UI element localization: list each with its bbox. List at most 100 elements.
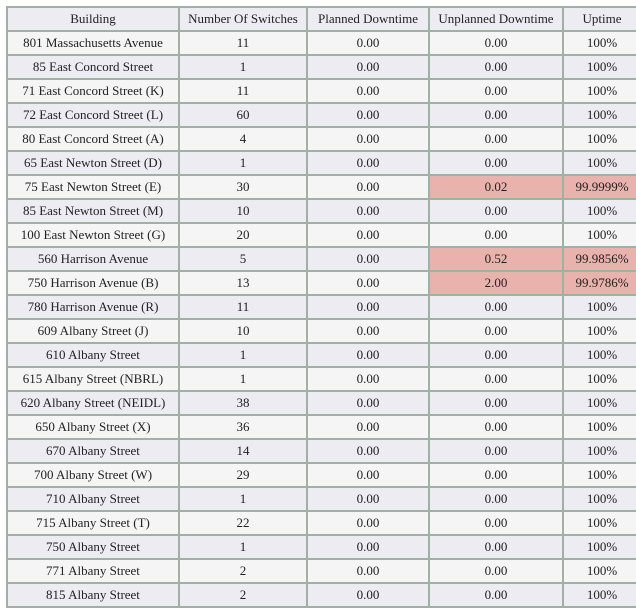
cell-uptime: 100%: [564, 152, 636, 174]
cell-switches: 29: [180, 464, 306, 486]
cell-planned: 0.00: [308, 56, 428, 78]
cell-building: 100 East Newton Street (G): [8, 224, 178, 246]
cell-planned: 0.00: [308, 128, 428, 150]
col-switches: Number Of Switches: [180, 8, 306, 30]
cell-building: 710 Albany Street: [8, 488, 178, 510]
table-row: 780 Harrison Avenue (R)110.000.00100%: [8, 296, 636, 318]
cell-switches: 11: [180, 32, 306, 54]
uptime-table: Building Number Of Switches Planned Down…: [6, 6, 636, 608]
table-row: 609 Albany Street (J)100.000.00100%: [8, 320, 636, 342]
cell-switches: 60: [180, 104, 306, 126]
cell-planned: 0.00: [308, 536, 428, 558]
cell-uptime: 100%: [564, 392, 636, 414]
cell-planned: 0.00: [308, 224, 428, 246]
cell-building: 80 East Concord Street (A): [8, 128, 178, 150]
cell-unplanned: 0.00: [430, 416, 562, 438]
cell-planned: 0.00: [308, 296, 428, 318]
cell-unplanned: 0.00: [430, 104, 562, 126]
cell-unplanned: 0.00: [430, 296, 562, 318]
cell-switches: 10: [180, 320, 306, 342]
cell-unplanned: 0.52: [430, 248, 562, 270]
table-row: 801 Massachusetts Avenue110.000.00100%: [8, 32, 636, 54]
cell-planned: 0.00: [308, 584, 428, 606]
cell-unplanned: 0.00: [430, 560, 562, 582]
cell-uptime: 100%: [564, 200, 636, 222]
cell-unplanned: 0.00: [430, 464, 562, 486]
cell-planned: 0.00: [308, 272, 428, 294]
cell-planned: 0.00: [308, 320, 428, 342]
cell-building: 715 Albany Street (T): [8, 512, 178, 534]
cell-unplanned: 0.00: [430, 512, 562, 534]
cell-uptime: 100%: [564, 536, 636, 558]
table-row: 650 Albany Street (X)360.000.00100%: [8, 416, 636, 438]
cell-building: 560 Harrison Avenue: [8, 248, 178, 270]
cell-unplanned: 0.00: [430, 320, 562, 342]
cell-building: 771 Albany Street: [8, 560, 178, 582]
cell-unplanned: 0.00: [430, 200, 562, 222]
cell-switches: 5: [180, 248, 306, 270]
cell-uptime: 100%: [564, 104, 636, 126]
cell-switches: 11: [180, 296, 306, 318]
table-row: 610 Albany Street10.000.00100%: [8, 344, 636, 366]
cell-unplanned: 0.00: [430, 56, 562, 78]
table-row: 71 East Concord Street (K)110.000.00100%: [8, 80, 636, 102]
table-row: 75 East Newton Street (E)300.000.0299.99…: [8, 176, 636, 198]
table-row: 100 East Newton Street (G)200.000.00100%: [8, 224, 636, 246]
cell-unplanned: 0.00: [430, 80, 562, 102]
cell-unplanned: 0.00: [430, 128, 562, 150]
cell-unplanned: 0.00: [430, 368, 562, 390]
cell-uptime: 100%: [564, 320, 636, 342]
cell-uptime: 100%: [564, 224, 636, 246]
table-row: 620 Albany Street (NEIDL)380.000.00100%: [8, 392, 636, 414]
cell-building: 815 Albany Street: [8, 584, 178, 606]
cell-planned: 0.00: [308, 200, 428, 222]
table-row: 85 East Newton Street (M)100.000.00100%: [8, 200, 636, 222]
cell-uptime: 100%: [564, 56, 636, 78]
col-planned: Planned Downtime: [308, 8, 428, 30]
cell-planned: 0.00: [308, 248, 428, 270]
cell-switches: 4: [180, 128, 306, 150]
cell-building: 780 Harrison Avenue (R): [8, 296, 178, 318]
cell-unplanned: 0.00: [430, 224, 562, 246]
cell-switches: 20: [180, 224, 306, 246]
cell-uptime: 100%: [564, 344, 636, 366]
table-row: 560 Harrison Avenue50.000.5299.9856%: [8, 248, 636, 270]
cell-unplanned: 0.00: [430, 392, 562, 414]
cell-planned: 0.00: [308, 176, 428, 198]
cell-uptime: 100%: [564, 560, 636, 582]
cell-switches: 38: [180, 392, 306, 414]
cell-uptime: 100%: [564, 584, 636, 606]
cell-uptime: 100%: [564, 416, 636, 438]
table-row: 710 Albany Street10.000.00100%: [8, 488, 636, 510]
cell-unplanned: 0.00: [430, 32, 562, 54]
cell-switches: 1: [180, 56, 306, 78]
cell-uptime: 100%: [564, 512, 636, 534]
col-uptime: Uptime: [564, 8, 636, 30]
cell-switches: 1: [180, 488, 306, 510]
cell-unplanned: 0.02: [430, 176, 562, 198]
cell-switches: 10: [180, 200, 306, 222]
cell-planned: 0.00: [308, 440, 428, 462]
col-building: Building: [8, 8, 178, 30]
cell-unplanned: 0.00: [430, 536, 562, 558]
cell-building: 85 East Newton Street (M): [8, 200, 178, 222]
cell-unplanned: 0.00: [430, 488, 562, 510]
cell-planned: 0.00: [308, 80, 428, 102]
cell-uptime: 100%: [564, 368, 636, 390]
table-row: 65 East Newton Street (D)10.000.00100%: [8, 152, 636, 174]
cell-uptime: 100%: [564, 32, 636, 54]
cell-uptime: 100%: [564, 464, 636, 486]
cell-planned: 0.00: [308, 512, 428, 534]
cell-switches: 11: [180, 80, 306, 102]
cell-planned: 0.00: [308, 152, 428, 174]
cell-building: 85 East Concord Street: [8, 56, 178, 78]
cell-switches: 1: [180, 368, 306, 390]
cell-planned: 0.00: [308, 392, 428, 414]
table-row: 615 Albany Street (NBRL)10.000.00100%: [8, 368, 636, 390]
cell-uptime: 100%: [564, 80, 636, 102]
cell-building: 750 Harrison Avenue (B): [8, 272, 178, 294]
cell-building: 801 Massachusetts Avenue: [8, 32, 178, 54]
table-row: 715 Albany Street (T)220.000.00100%: [8, 512, 636, 534]
cell-switches: 1: [180, 536, 306, 558]
cell-building: 650 Albany Street (X): [8, 416, 178, 438]
